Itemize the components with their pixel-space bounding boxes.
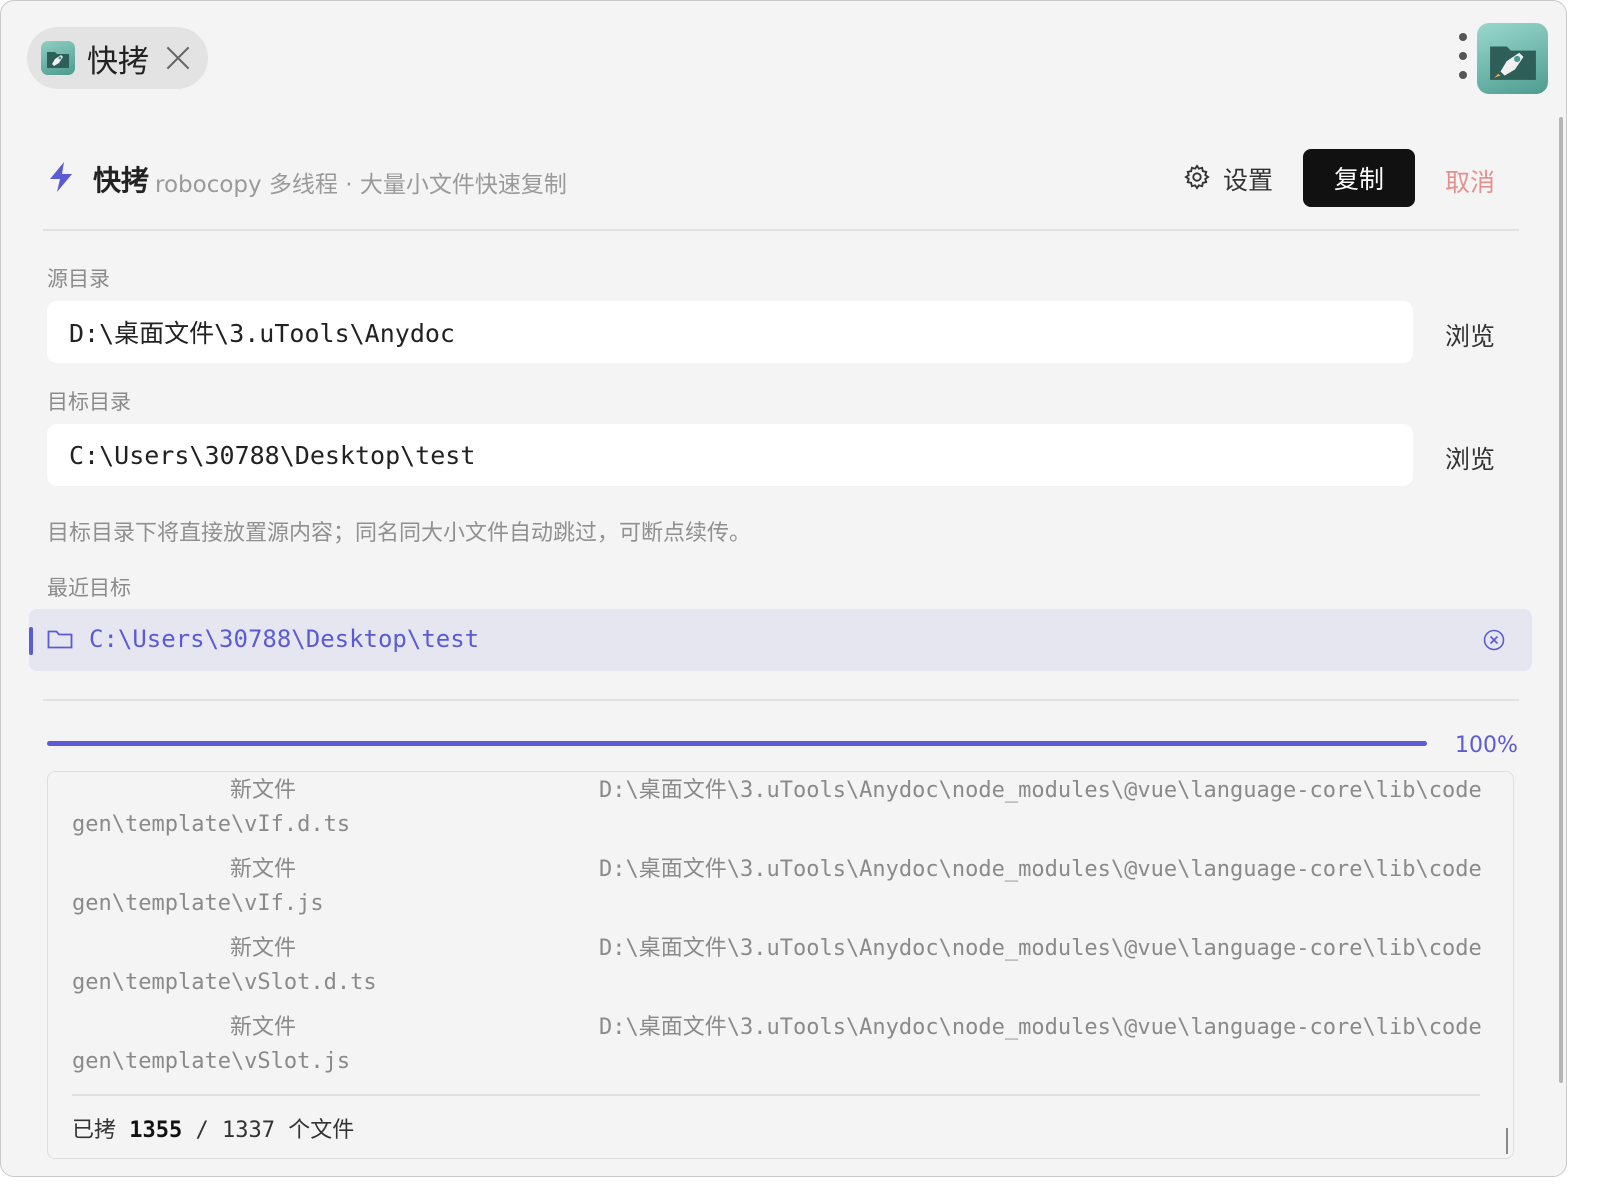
recent-label: 最近目标	[47, 576, 131, 600]
log-status: 新文件	[230, 1015, 297, 1040]
log-entry: 新文件 D:\桌面文件\3.uTools\Anydoc\node_modules…	[48, 772, 1513, 851]
log-path-continued: gen\template\vSlot.js	[72, 1049, 351, 1074]
divider	[43, 699, 1519, 701]
folder-icon	[47, 628, 73, 654]
divider	[43, 229, 1519, 231]
log-entry: 新文件 D:\桌面文件\3.uTools\Anydoc\node_modules…	[48, 1009, 1513, 1088]
copy-button[interactable]: 复制	[1303, 149, 1415, 207]
recent-target-item[interactable]: C:\Users\30788\Desktop\test	[29, 609, 1532, 671]
settings-label: 设置	[1223, 166, 1274, 195]
window-scrollbar[interactable]	[1559, 117, 1563, 1083]
summary-separator: /	[195, 1118, 209, 1143]
log-path: D:\桌面文件\3.uTools\Anydoc\node_modules\@vu…	[599, 778, 1482, 803]
log-path-continued: gen\template\vIf.js	[72, 891, 324, 916]
log-status: 新文件	[230, 857, 297, 882]
source-path-input[interactable]	[47, 301, 1413, 363]
source-label: 源目录	[47, 267, 110, 291]
summary-prefix: 已拷	[72, 1118, 117, 1143]
rocket-folder-icon	[41, 41, 75, 75]
summary-suffix: 个文件	[288, 1118, 355, 1143]
log-path: D:\桌面文件\3.uTools\Anydoc\node_modules\@vu…	[599, 936, 1482, 961]
copy-summary: 已拷 1355 / 1337 个文件	[72, 1112, 354, 1144]
settings-button[interactable]: 设置	[1183, 161, 1273, 197]
total-count: 1337	[222, 1118, 275, 1143]
hint-text: 目标目录下将直接放置源内容；同名同大小文件自动跳过，可断点续传。	[47, 521, 752, 546]
close-icon[interactable]	[163, 43, 193, 73]
log-status: 新文件	[230, 936, 297, 961]
target-path-input[interactable]	[47, 424, 1413, 486]
rocket-folder-icon	[1477, 23, 1548, 94]
log-panel[interactable]: 新文件 D:\桌面文件\3.uTools\Anydoc\node_modules…	[47, 771, 1514, 1159]
progress-percent: 100%	[1455, 733, 1518, 758]
more-vertical-icon[interactable]	[1453, 33, 1473, 79]
gear-icon	[1183, 163, 1211, 195]
target-label: 目标目录	[47, 390, 131, 414]
log-path-continued: gen\template\vIf.d.ts	[72, 812, 351, 837]
progress-bar	[47, 741, 1427, 746]
app-window: 快拷 快拷 robocopy 多线程 · 大量小文件快速复制 设置 复制 取消 …	[0, 0, 1567, 1177]
log-path: D:\桌面文件\3.uTools\Anydoc\node_modules\@vu…	[599, 857, 1482, 882]
recent-target-path: C:\Users\30788\Desktop\test	[89, 625, 480, 653]
copied-count: 1355	[129, 1118, 183, 1143]
tab-title: 快拷	[87, 43, 149, 80]
log-path: D:\桌面文件\3.uTools\Anydoc\node_modules\@vu…	[599, 1015, 1482, 1040]
page-title: 快拷	[93, 164, 150, 197]
log-status: 新文件	[230, 778, 297, 803]
log-entry: 新文件 D:\桌面文件\3.uTools\Anydoc\node_modules…	[48, 851, 1513, 930]
plugin-tab[interactable]: 快拷	[27, 27, 208, 89]
log-scrollbar[interactable]	[1506, 1128, 1508, 1154]
selection-indicator	[29, 627, 33, 655]
close-circle-icon[interactable]	[1483, 629, 1505, 655]
log-divider	[72, 1094, 1480, 1096]
log-path-continued: gen\template\vSlot.d.ts	[72, 970, 377, 995]
target-browse-button[interactable]: 浏览	[1445, 440, 1495, 476]
source-browse-button[interactable]: 浏览	[1445, 317, 1495, 353]
header: 快拷 robocopy 多线程 · 大量小文件快速复制 设置 复制 取消	[47, 149, 1507, 209]
cancel-button[interactable]: 取消	[1445, 163, 1495, 199]
progress-fill	[47, 741, 1427, 746]
log-entry: 新文件 D:\桌面文件\3.uTools\Anydoc\node_modules…	[48, 930, 1513, 1009]
lightning-icon	[47, 161, 75, 197]
page-subtitle: robocopy 多线程 · 大量小文件快速复制	[155, 172, 567, 198]
